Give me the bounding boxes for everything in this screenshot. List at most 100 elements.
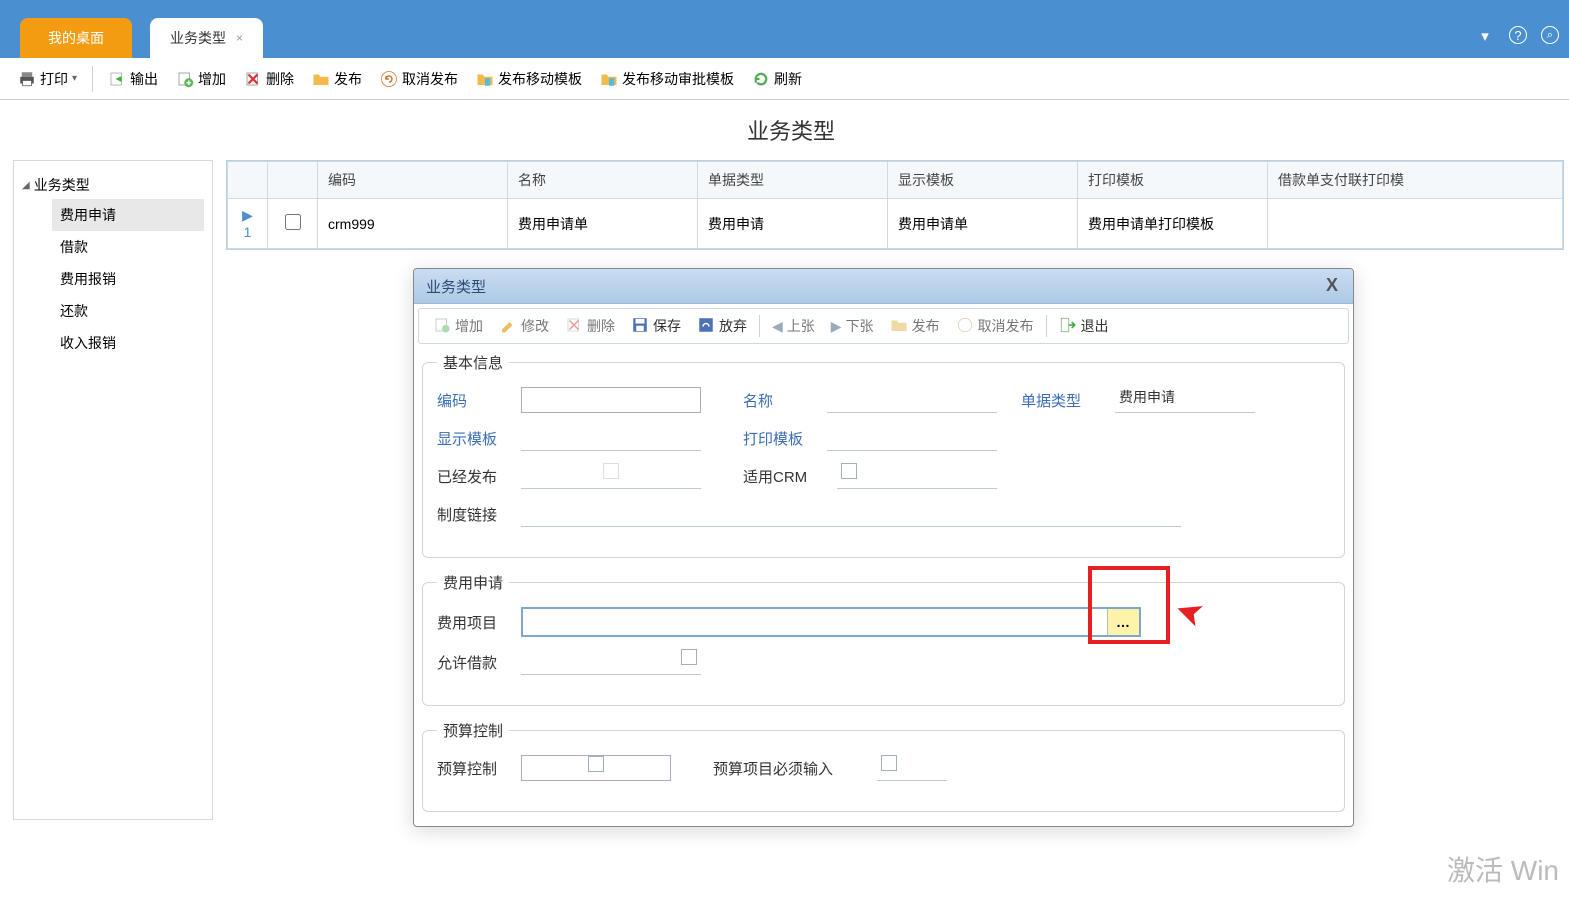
value-bill-type: 费用申请 <box>1115 387 1255 413</box>
publish-button[interactable]: 发布 <box>304 65 370 93</box>
d-delete-button[interactable]: 删除 <box>557 312 623 341</box>
label: 发布移动审批模板 <box>622 69 734 89</box>
label-policy-link: 制度链接 <box>437 504 507 525</box>
d-exit-button[interactable]: 退出 <box>1051 312 1117 341</box>
label: 退出 <box>1081 316 1109 336</box>
cell-print-tpl: 费用申请单打印模板 <box>1078 199 1268 249</box>
d-prev-button[interactable]: ◀ 上张 <box>764 312 823 340</box>
label: 取消发布 <box>402 69 458 89</box>
d-discard-button[interactable]: 放弃 <box>689 312 755 341</box>
checkbox-allow-loan[interactable] <box>681 649 697 665</box>
delete-icon <box>244 70 262 88</box>
tab-desktop[interactable]: 我的桌面 <box>20 18 132 58</box>
tree-item-loan[interactable]: 借款 <box>52 231 204 263</box>
dialog-header[interactable]: 业务类型 X <box>414 269 1353 304</box>
discard-icon <box>697 316 715 337</box>
d-next-button[interactable]: ▶ 下张 <box>823 312 882 340</box>
col-display-tpl[interactable]: 显示模板 <box>888 162 1078 199</box>
add-icon <box>433 316 451 337</box>
label: 费用报销 <box>60 271 116 287</box>
delete-button[interactable]: 删除 <box>236 65 302 93</box>
fieldset-basic: 基本信息 编码 名称 单据类型 费用申请 显示模板 打印模板 已经发布 适用CR… <box>422 352 1345 558</box>
input-name[interactable] <box>827 387 997 413</box>
d-edit-button[interactable]: 修改 <box>491 312 557 341</box>
input-display-tpl[interactable] <box>521 425 701 451</box>
input-code[interactable] <box>521 387 701 413</box>
checkbox-budget-required[interactable] <box>881 755 897 771</box>
label-fee-item: 费用项目 <box>437 612 507 633</box>
label-allow-loan: 允许借款 <box>437 652 507 673</box>
label: 还款 <box>60 303 88 319</box>
label-code: 编码 <box>437 390 507 411</box>
label-budget-ctrl: 预算控制 <box>437 758 507 779</box>
table-row[interactable]: ▶ 1 crm999 费用申请单 费用申请 费用申请单 费用申请单打印模板 <box>228 199 1563 249</box>
label: 刷新 <box>774 69 802 89</box>
label: 增加 <box>455 316 483 336</box>
tree-item-fee-reimburse[interactable]: 费用报销 <box>52 263 204 295</box>
tab-biz-type[interactable]: 业务类型 × <box>150 18 263 58</box>
dropdown-icon[interactable]: ▾ <box>1475 26 1495 46</box>
input-fee-item[interactable] <box>523 609 1107 635</box>
tree-root-label: 业务类型 <box>34 175 90 195</box>
search-icon[interactable]: ⌕ <box>1541 26 1559 44</box>
col-name[interactable]: 名称 <box>508 162 698 199</box>
publish-mobile-approve-button[interactable]: 发布移动审批模板 <box>592 65 742 93</box>
label: 上张 <box>787 316 815 336</box>
input-print-tpl[interactable] <box>827 425 997 451</box>
printer-icon <box>18 70 36 88</box>
label-bill-type: 单据类型 <box>1021 390 1101 411</box>
biz-type-dialog: 业务类型 X 增加 修改 删除 保存 放弃 ◀ 上张 ▶ 下 <box>413 268 1354 827</box>
lookup-button[interactable]: … <box>1107 609 1139 635</box>
folder-mobile-icon <box>476 70 494 88</box>
prev-icon: ◀ <box>772 318 783 335</box>
checkbox-use-crm[interactable] <box>841 463 857 479</box>
save-icon <box>631 316 649 337</box>
data-grid: 编码 名称 单据类型 显示模板 打印模板 借款单支付联打印模 ▶ 1 <box>227 161 1563 249</box>
unpublish-button[interactable]: 取消发布 <box>372 65 466 93</box>
label: 下张 <box>846 316 874 336</box>
add-button[interactable]: 增加 <box>168 65 234 93</box>
tree-item-income-reimburse[interactable]: 收入报销 <box>52 327 204 359</box>
d-unpublish-button[interactable]: 取消发布 <box>948 312 1042 341</box>
d-publish-button[interactable]: 发布 <box>882 312 948 341</box>
col-print-tpl[interactable]: 打印模板 <box>1078 162 1268 199</box>
checkbox-published[interactable] <box>603 463 619 479</box>
d-save-button[interactable]: 保存 <box>623 312 689 341</box>
page-title: 业务类型 <box>13 100 1569 160</box>
label: 借款 <box>60 239 88 255</box>
tab-label: 我的桌面 <box>48 30 104 46</box>
folder-publish-icon <box>312 70 330 88</box>
checkbox-budget-ctrl[interactable] <box>588 756 604 772</box>
cell-code: crm999 <box>318 199 508 249</box>
tree-item-fee-apply[interactable]: 费用申请 <box>52 199 204 231</box>
close-icon[interactable]: × <box>236 31 243 45</box>
col-loan-pay-print[interactable]: 借款单支付联打印模 <box>1268 162 1563 199</box>
close-icon[interactable]: X <box>1321 275 1343 297</box>
label: 发布 <box>334 69 362 89</box>
label: 增加 <box>198 69 226 89</box>
delete-icon <box>565 316 583 337</box>
edit-icon <box>499 316 517 337</box>
row-indicator-icon: ▶ 1 <box>228 199 268 249</box>
publish-mobile-tpl-button[interactable]: 发布移动模板 <box>468 65 590 93</box>
cell-display-tpl: 费用申请单 <box>888 199 1078 249</box>
export-button[interactable]: 输出 <box>100 65 166 93</box>
print-button[interactable]: 打印 ▾ <box>10 65 85 93</box>
d-add-button[interactable]: 增加 <box>425 312 491 341</box>
help-icon[interactable]: ? <box>1509 26 1527 44</box>
fieldset-budget: 预算控制 预算控制 预算项目必须输入 <box>422 720 1345 812</box>
tree-item-repay[interactable]: 还款 <box>52 295 204 327</box>
row-checkbox[interactable] <box>285 214 301 230</box>
label: 费用申请 <box>60 207 116 223</box>
tree-root[interactable]: ◢ 业务类型 <box>22 171 204 199</box>
col-code[interactable]: 编码 <box>318 162 508 199</box>
col-bill-type[interactable]: 单据类型 <box>698 162 888 199</box>
label: 取消发布 <box>978 316 1034 336</box>
label: 修改 <box>521 316 549 336</box>
input-policy-link[interactable] <box>521 501 1181 527</box>
refresh-button[interactable]: 刷新 <box>744 65 810 93</box>
publish-icon <box>890 316 908 337</box>
fieldset-fee-apply: 费用申请 费用项目 … 允许借款 <box>422 572 1345 706</box>
label: 输出 <box>130 69 158 89</box>
next-icon: ▶ <box>831 318 842 335</box>
